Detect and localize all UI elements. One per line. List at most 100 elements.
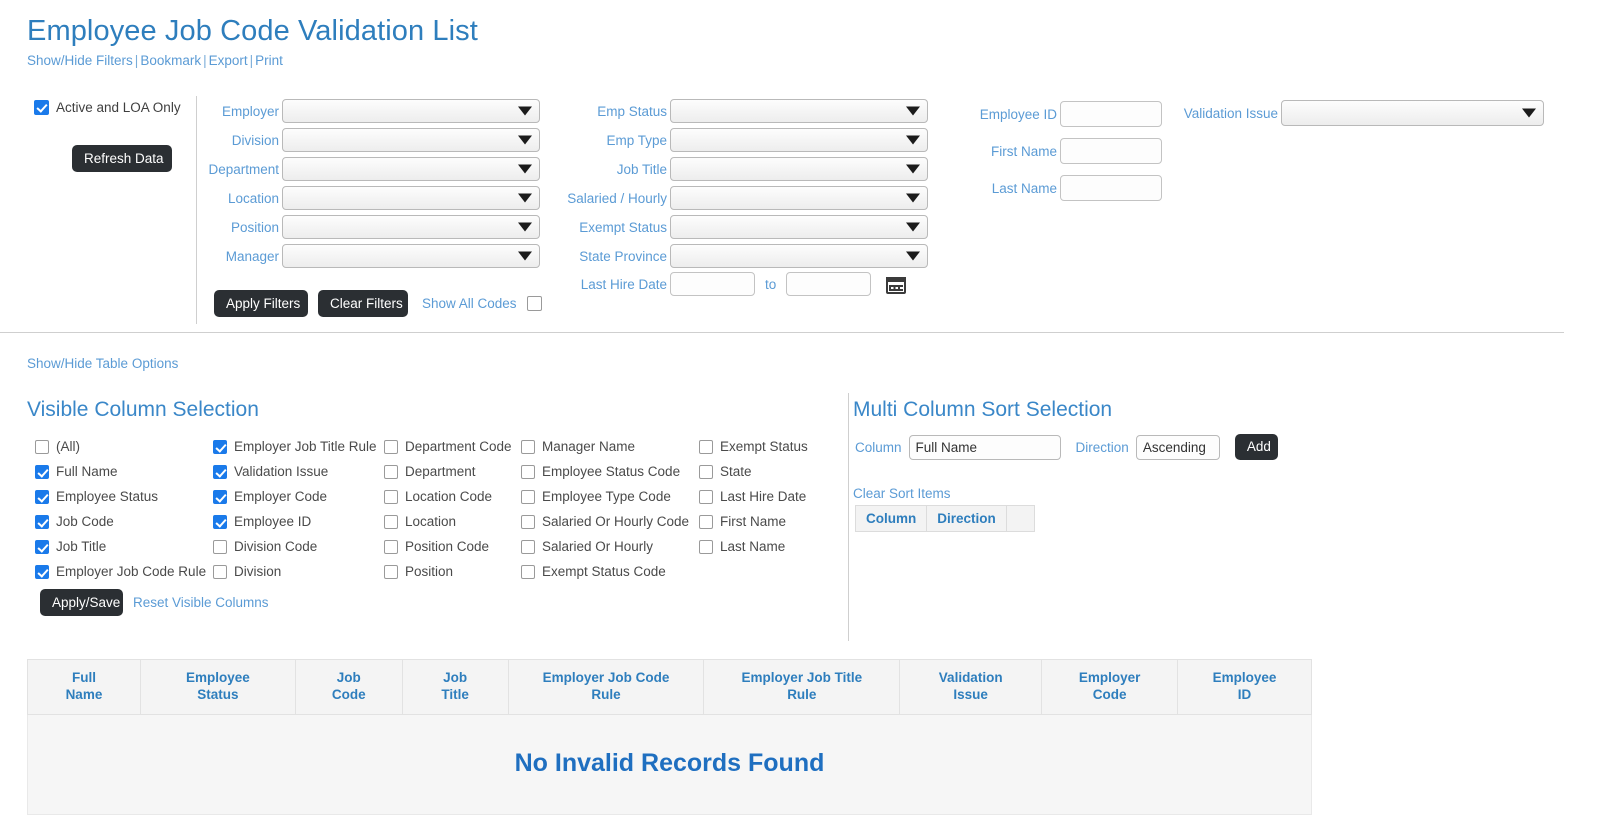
filter-select-emp-type[interactable]	[670, 128, 928, 152]
checkbox-employee-status[interactable]: Employee Status	[35, 484, 206, 509]
checkbox-icon[interactable]	[521, 514, 535, 529]
checkbox-icon[interactable]	[35, 539, 49, 554]
checkbox-icon[interactable]	[384, 439, 398, 454]
add-sort-button[interactable]: Add	[1234, 434, 1278, 460]
checkbox-icon[interactable]	[384, 539, 398, 554]
apply-filters-button[interactable]: Apply Filters	[214, 290, 308, 317]
checkbox-exempt-status[interactable]: Exempt Status	[699, 434, 808, 459]
show-all-codes-checkbox[interactable]	[526, 296, 542, 311]
checkbox-division-code[interactable]: Division Code	[213, 534, 377, 559]
checkbox-employer-code[interactable]: Employer Code	[213, 484, 377, 509]
column-header-job-title[interactable]: Job Title	[401, 659, 509, 715]
checkbox-manager-name[interactable]: Manager Name	[521, 434, 689, 459]
first-name-input[interactable]	[1060, 138, 1162, 164]
checkbox-last-name[interactable]: Last Name	[699, 534, 808, 559]
checkbox-icon[interactable]	[35, 464, 49, 479]
checkbox-employee-id[interactable]: Employee ID	[213, 509, 377, 534]
checkbox-last-hire-date[interactable]: Last Hire Date	[699, 484, 808, 509]
checkbox-icon[interactable]	[35, 564, 49, 579]
checkbox-all[interactable]: (All)	[35, 434, 206, 459]
checkbox-icon[interactable]	[35, 489, 49, 504]
filter-select-salaried-hourly[interactable]	[670, 186, 928, 210]
checkbox-employee-type-code[interactable]: Employee Type Code	[521, 484, 689, 509]
filter-select-state-province[interactable]	[670, 244, 928, 268]
checkbox-icon[interactable]	[213, 564, 227, 579]
column-header-employer-code[interactable]: Employer Code	[1041, 659, 1179, 715]
checkbox-position-code[interactable]: Position Code	[384, 534, 512, 559]
checkbox-department[interactable]: Department	[384, 459, 512, 484]
sort-direction-input[interactable]	[1135, 434, 1220, 460]
show-hide-table-options-link[interactable]: Show/Hide Table Options	[27, 356, 178, 371]
checkbox-full-name[interactable]: Full Name	[35, 459, 206, 484]
checkbox-icon[interactable]	[521, 539, 535, 554]
calendar-icon[interactable]	[886, 275, 907, 294]
checkbox-icon[interactable]	[699, 489, 713, 504]
filter-select-division[interactable]	[282, 128, 540, 152]
last-hire-date-from-input[interactable]	[670, 272, 755, 296]
checkbox-icon[interactable]	[35, 514, 49, 529]
checkbox-icon[interactable]	[35, 439, 49, 454]
filter-select-manager[interactable]	[282, 244, 540, 268]
checkbox-employee-status-code[interactable]: Employee Status Code	[521, 459, 689, 484]
checkbox-exempt-status-code[interactable]: Exempt Status Code	[521, 559, 689, 584]
clear-filters-button[interactable]: Clear Filters	[318, 290, 408, 317]
last-name-input[interactable]	[1060, 175, 1162, 201]
checkbox-icon[interactable]	[213, 539, 227, 554]
checkbox-department-code[interactable]: Department Code	[384, 434, 512, 459]
filter-select-emp-status[interactable]	[670, 99, 928, 123]
checkbox-icon[interactable]	[34, 100, 49, 115]
checkbox-icon[interactable]	[384, 564, 398, 579]
checkbox-icon[interactable]	[521, 564, 535, 579]
checkbox-icon[interactable]	[699, 439, 713, 454]
checkbox-icon[interactable]	[699, 539, 713, 554]
reset-visible-columns-link[interactable]: Reset Visible Columns	[133, 595, 269, 610]
checkbox-icon[interactable]	[521, 464, 535, 479]
checkbox-salaried-or-hourly[interactable]: Salaried Or Hourly	[521, 534, 689, 559]
checkbox-icon[interactable]	[384, 464, 398, 479]
active-and-loa-only-checkbox[interactable]: Active and LOA Only	[34, 100, 181, 115]
checkbox-icon[interactable]	[213, 464, 227, 479]
filter-select-exempt-status[interactable]	[670, 215, 928, 239]
checkbox-icon[interactable]	[699, 514, 713, 529]
checkbox-position[interactable]: Position	[384, 559, 512, 584]
checkbox-icon[interactable]	[213, 514, 227, 529]
checkbox-validation-issue[interactable]: Validation Issue	[213, 459, 377, 484]
show-hide-filters-link[interactable]: Show/Hide Filters	[27, 53, 133, 68]
checkbox-location-code[interactable]: Location Code	[384, 484, 512, 509]
bookmark-link[interactable]: Bookmark	[140, 53, 201, 68]
checkbox-icon[interactable]	[521, 439, 535, 454]
checkbox-icon[interactable]	[521, 489, 535, 504]
checkbox-employer-job-title-rule[interactable]: Employer Job Title Rule	[213, 434, 377, 459]
column-header-employee-status[interactable]: Employee Status	[139, 659, 296, 715]
column-header-job-code[interactable]: Job Code	[294, 659, 403, 715]
refresh-data-button[interactable]: Refresh Data	[72, 145, 172, 172]
print-link[interactable]: Print	[255, 53, 283, 68]
filter-select-employer[interactable]	[282, 99, 540, 123]
checkbox-icon[interactable]	[699, 464, 713, 479]
filter-select-job-title[interactable]	[670, 157, 928, 181]
column-header-employer-job-title-rule[interactable]: Employer Job Title Rule	[703, 659, 901, 715]
checkbox-job-title[interactable]: Job Title	[35, 534, 206, 559]
checkbox-first-name[interactable]: First Name	[699, 509, 808, 534]
checkbox-icon[interactable]	[213, 489, 227, 504]
checkbox-job-code[interactable]: Job Code	[35, 509, 206, 534]
sort-column-input[interactable]	[908, 434, 1061, 460]
column-header-full-name[interactable]: Full Name	[27, 659, 141, 715]
checkbox-icon[interactable]	[384, 489, 398, 504]
checkbox-state[interactable]: State	[699, 459, 808, 484]
checkbox-salaried-or-hourly-code[interactable]: Salaried Or Hourly Code	[521, 509, 689, 534]
checkbox-employer-job-code-rule[interactable]: Employer Job Code Rule	[35, 559, 206, 584]
filter-select-department[interactable]	[282, 157, 540, 181]
apply-save-button[interactable]: Apply/Save	[40, 589, 123, 616]
checkbox-location[interactable]: Location	[384, 509, 512, 534]
employee-id-input[interactable]	[1060, 101, 1162, 127]
filter-select-position[interactable]	[282, 215, 540, 239]
column-header-validation-issue[interactable]: Validation Issue	[899, 659, 1043, 715]
export-link[interactable]: Export	[209, 53, 248, 68]
filter-select-validation-issue[interactable]	[1281, 100, 1544, 126]
checkbox-icon[interactable]	[384, 514, 398, 529]
filter-select-location[interactable]	[282, 186, 540, 210]
column-header-employer-job-code-rule[interactable]: Employer Job Code Rule	[507, 659, 705, 715]
clear-sort-items-link[interactable]: Clear Sort Items	[853, 486, 951, 501]
checkbox-division[interactable]: Division	[213, 559, 377, 584]
